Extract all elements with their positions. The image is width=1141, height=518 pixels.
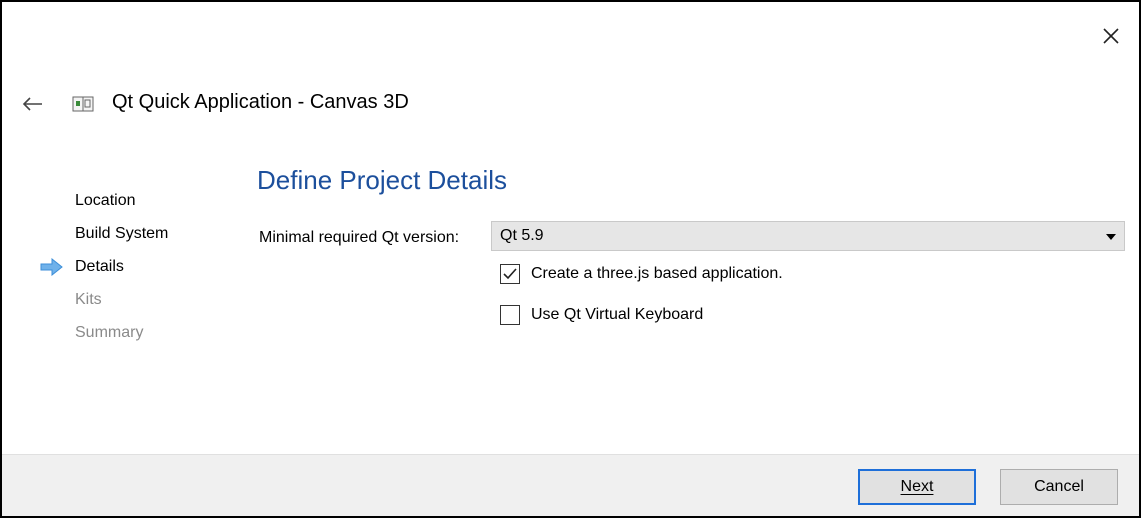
checkmark-icon: [503, 268, 517, 280]
next-button-label: Next: [900, 478, 934, 495]
step-summary: Summary: [32, 321, 232, 354]
wizard-steps: Location Build System Details Kits Summa…: [32, 189, 232, 354]
qt-app-icon: [72, 95, 94, 113]
current-step-arrow-icon: [40, 258, 63, 276]
step-label: Build System: [75, 225, 169, 242]
step-location: Location: [32, 189, 232, 222]
virtual-keyboard-checkbox[interactable]: [500, 305, 520, 325]
step-build-system: Build System: [32, 222, 232, 255]
wizard-window: Qt Quick Application - Canvas 3D Locatio…: [0, 0, 1141, 518]
back-button[interactable]: [22, 95, 44, 113]
step-kits: Kits: [32, 288, 232, 321]
threejs-label: Create a three.js based application.: [531, 265, 783, 282]
step-label: Kits: [75, 291, 102, 308]
qt-version-label: Minimal required Qt version:: [259, 229, 460, 246]
step-details: Details: [32, 255, 232, 288]
qt-version-value: Qt 5.9: [500, 227, 544, 244]
qt-version-select[interactable]: Qt 5.9: [491, 221, 1125, 251]
step-label: Details: [75, 258, 124, 275]
step-label: Summary: [75, 324, 144, 341]
window-title: Qt Quick Application - Canvas 3D: [112, 91, 409, 113]
virtual-keyboard-label: Use Qt Virtual Keyboard: [531, 306, 704, 323]
page-title: Define Project Details: [257, 165, 507, 195]
back-arrow-icon: [22, 97, 42, 111]
cancel-button[interactable]: Cancel: [1000, 469, 1118, 505]
cancel-button-label: Cancel: [1034, 478, 1084, 495]
close-icon: [1103, 28, 1119, 44]
chevron-down-icon: [1106, 234, 1116, 240]
close-button[interactable]: [1099, 24, 1123, 48]
next-button[interactable]: Next: [858, 469, 976, 505]
step-label: Location: [75, 192, 136, 209]
threejs-checkbox[interactable]: [500, 264, 520, 284]
wizard-footer: Next Cancel: [2, 454, 1139, 516]
